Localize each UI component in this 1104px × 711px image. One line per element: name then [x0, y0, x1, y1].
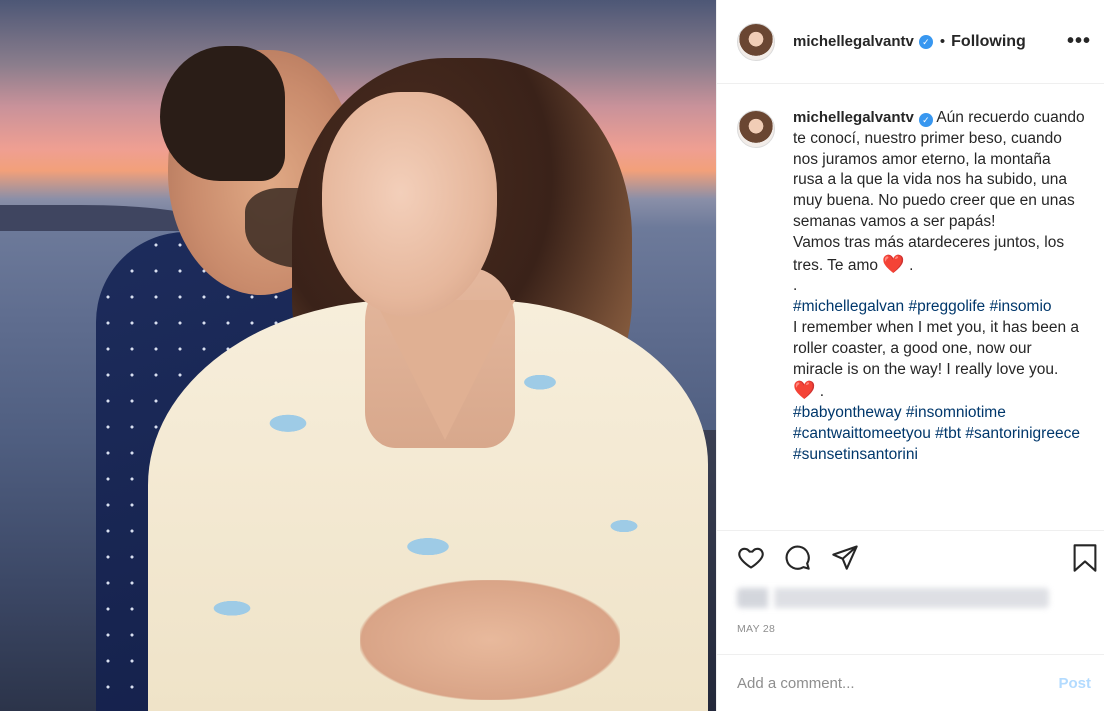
hashtag-link[interactable]: #sunsetinsantorini: [793, 446, 918, 463]
comment-bubble-icon[interactable]: [783, 543, 811, 571]
more-options-icon[interactable]: •••: [1067, 30, 1091, 53]
hashtag-link[interactable]: #tbt: [935, 425, 961, 442]
post-side-panel: michellegalvantv ✓ • Following ••• miche…: [716, 0, 1104, 711]
caption-avatar[interactable]: [737, 110, 775, 148]
post-date[interactable]: MAY 28: [737, 623, 775, 635]
post-header: michellegalvantv ✓ • Following •••: [717, 0, 1104, 84]
avatar[interactable]: [737, 22, 775, 61]
caption-username-link[interactable]: michellegalvantv: [793, 109, 914, 126]
hashtag-link[interactable]: #insomio: [989, 298, 1051, 315]
woman-face: [322, 92, 497, 317]
dress-neckline: [375, 300, 515, 440]
add-comment-input[interactable]: [737, 674, 1059, 692]
caption-area: michellegalvantv ✓ Aún recuerdo cuando te…: [737, 108, 1087, 528]
verified-badge-icon: ✓: [918, 113, 933, 127]
comment-bar: Post: [717, 654, 1104, 711]
save-bookmark-icon[interactable]: [1071, 543, 1099, 573]
caption-separator: .: [793, 277, 798, 295]
hashtag-link[interactable]: #insomniotime: [906, 404, 1006, 421]
red-heart-emoji: ❤️: [793, 380, 816, 401]
likes-count-blurred: [737, 588, 1049, 608]
share-paper-plane-icon[interactable]: [831, 543, 859, 571]
red-heart-emoji: ❤️: [882, 253, 905, 274]
action-bar: [717, 530, 1104, 586]
hashtag-link[interactable]: #cantwaittomeetyou: [793, 425, 931, 442]
hashtag-link[interactable]: #babyontheway: [793, 404, 902, 421]
island-silhouette: [0, 205, 200, 231]
caption-body-en: I remember when I met you, it has been a…: [793, 318, 1080, 378]
separator-dot: •: [939, 33, 946, 50]
caption-text: michellegalvantv ✓ Aún recuerdo cuando te…: [793, 108, 1085, 528]
username-link[interactable]: michellegalvantv: [793, 33, 914, 50]
hashtag-link[interactable]: #santorinigreece: [965, 425, 1080, 442]
caption-body-es-2: Vamos tras más atardeceres juntos, los t…: [793, 233, 1065, 274]
hashtag-link[interactable]: #preggolife: [908, 298, 985, 315]
caption-period: .: [909, 256, 914, 274]
caption-body-es: Aún recuerdo cuando te conocí, nuestro p…: [793, 109, 1085, 230]
post-photo[interactable]: [0, 0, 716, 711]
caption-period: .: [819, 383, 825, 401]
post-comment-button[interactable]: Post: [1058, 675, 1091, 692]
like-heart-icon[interactable]: [737, 543, 765, 571]
verified-badge-icon: ✓: [918, 34, 933, 49]
following-button[interactable]: Following: [951, 33, 1026, 51]
man-hair: [160, 46, 285, 181]
hands: [360, 580, 620, 700]
hashtag-link[interactable]: #michellegalvan: [793, 298, 904, 315]
